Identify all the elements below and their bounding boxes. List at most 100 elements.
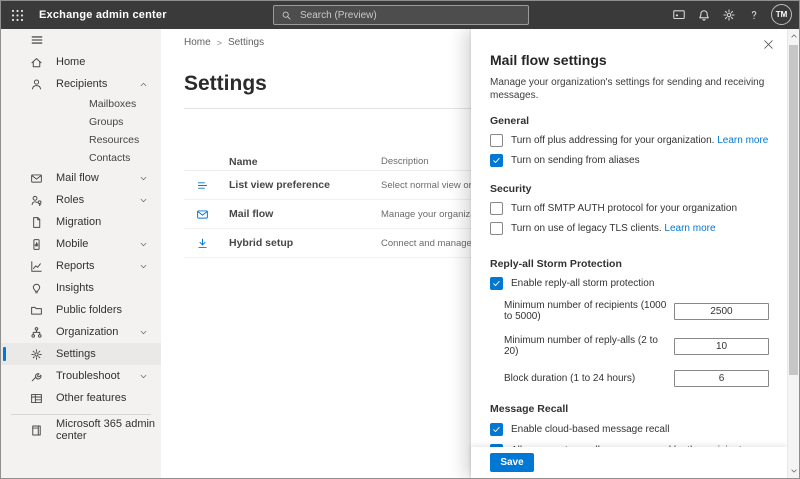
chevron-down-icon (139, 240, 148, 249)
panel-footer: Save (471, 447, 787, 478)
panel-description: Manage your organization's settings for … (490, 76, 769, 102)
checkbox[interactable] (490, 222, 503, 235)
checkbox-label: Turn off plus addressing for your organi… (511, 134, 768, 148)
sidebar-item-reports[interactable]: Reports (1, 255, 161, 277)
checkbox-label: Turn on use of legacy TLS clients. Learn… (511, 222, 716, 236)
display-icon-button[interactable] (670, 1, 688, 29)
sidebar-item-label: Troubleshoot (56, 370, 120, 382)
sidebar-item-troubleshoot[interactable]: Troubleshoot (1, 365, 161, 387)
sidebar-item-label: Home (56, 56, 85, 68)
breadcrumb: Home>Settings (184, 37, 264, 48)
checkmark-icon (492, 279, 501, 288)
checkbox-row: Turn off SMTP AUTH protocol for your org… (490, 202, 769, 216)
scrollbar-down-icon (790, 467, 798, 475)
mail-flow-settings-panel: Mail flow settings Manage your organizat… (471, 29, 787, 478)
bell-icon-button[interactable] (695, 1, 713, 29)
grid-icon (30, 392, 43, 405)
sidebar-item-microsoft-365-admin-center[interactable]: Microsoft 365 admin center (1, 419, 161, 441)
checkmark-icon (492, 425, 501, 434)
section-heading: Message Recall (490, 403, 769, 416)
row-name: List view preference (229, 179, 381, 191)
help-icon-button[interactable] (745, 1, 763, 29)
sidebar-item-label: Other features (56, 392, 126, 404)
mail-icon (30, 172, 43, 185)
field-label: Minimum number of reply-alls (2 to 20) (504, 335, 674, 357)
sidebar-item-organization[interactable]: Organization (1, 321, 161, 343)
sidebar-divider (11, 414, 151, 415)
number-field-row: Block duration (1 to 24 hours) (490, 370, 769, 387)
sidebar-item-migration[interactable]: Migration (1, 211, 161, 233)
chevron-down-icon (139, 328, 148, 337)
chevron-up-icon (139, 80, 148, 89)
sidebar-item-mail-flow[interactable]: Mail flow (1, 167, 161, 189)
app-launcher-icon (10, 8, 25, 23)
checkbox[interactable] (490, 134, 503, 147)
number-field-row: Minimum number of reply-alls (2 to 20) (490, 335, 769, 357)
chevron-down-icon (139, 196, 148, 205)
number-input[interactable] (674, 370, 769, 387)
gear-icon-button[interactable] (720, 1, 738, 29)
sidebar-collapse-button[interactable] (1, 29, 161, 51)
search-box[interactable] (273, 5, 529, 25)
sidebar-item-label: Mail flow (56, 172, 99, 184)
sidebar-item-resources[interactable]: Resources (1, 131, 161, 149)
sidebar-item-label: Groups (89, 116, 123, 128)
save-button[interactable]: Save (490, 453, 534, 472)
search-input[interactable] (298, 9, 521, 22)
microsoft-365-icon (30, 424, 43, 437)
panel-body: Mail flow settings Manage your organizat… (471, 29, 787, 478)
sidebar-item-insights[interactable]: Insights (1, 277, 161, 299)
checkbox-label: Turn off SMTP AUTH protocol for your org… (511, 202, 737, 216)
panel-scrollbar[interactable] (787, 29, 799, 478)
number-input[interactable] (674, 338, 769, 355)
gear-icon (722, 8, 736, 22)
breadcrumb-item[interactable]: Home (184, 37, 211, 48)
sidebar-footer: Microsoft 365 admin center (1, 419, 161, 441)
app-launcher-button[interactable] (1, 1, 33, 29)
checkbox[interactable] (490, 423, 503, 436)
sidebar-item-label: Migration (56, 216, 101, 228)
sidebar-item-label: Recipients (56, 78, 107, 90)
row-name: Mail flow (229, 208, 381, 220)
hamburger-icon (30, 33, 44, 47)
mobile-icon (30, 238, 43, 251)
learn-more-link[interactable]: Learn more (664, 223, 715, 234)
section-heading: Security (490, 183, 769, 196)
sidebar-item-roles[interactable]: Roles (1, 189, 161, 211)
scrollbar-up-arrow[interactable] (788, 30, 799, 42)
panel-section-security: Security Turn off SMTP AUTH protocol for … (490, 183, 769, 236)
account-avatar[interactable]: TM (771, 4, 792, 25)
panel-section-general: General Turn off plus addressing for your… (490, 115, 769, 168)
sidebar-item-home[interactable]: Home (1, 51, 161, 73)
checkbox-row: Turn off plus addressing for your organi… (490, 134, 769, 148)
sidebar-item-mailboxes[interactable]: Mailboxes (1, 95, 161, 113)
panel-title: Mail flow settings (490, 51, 769, 69)
sidebar-item-label: Reports (56, 260, 95, 272)
section-heading: General (490, 115, 769, 128)
reports-icon (30, 260, 43, 273)
page-title: Settings (184, 72, 267, 96)
number-input[interactable] (674, 303, 769, 320)
sidebar-item-groups[interactable]: Groups (1, 113, 161, 131)
sidebar-item-label: Contacts (89, 152, 130, 164)
sidebar-item-label: Mailboxes (89, 98, 136, 110)
row-name: Hybrid setup (229, 237, 381, 249)
checkbox[interactable] (490, 202, 503, 215)
sidebar-item-contacts[interactable]: Contacts (1, 149, 161, 167)
sidebar-item-recipients[interactable]: Recipients (1, 73, 161, 95)
mail-icon (196, 208, 209, 221)
close-button[interactable] (760, 36, 776, 52)
sidebar-item-settings[interactable]: Settings (1, 343, 161, 365)
sidebar-item-public-folders[interactable]: Public folders (1, 299, 161, 321)
section-heading: Reply-all Storm Protection (490, 258, 769, 271)
field-label: Minimum number of recipients (1000 to 50… (504, 300, 674, 322)
help-icon (747, 8, 761, 22)
chevron-down-icon (139, 262, 148, 271)
learn-more-link[interactable]: Learn more (717, 135, 768, 146)
scrollbar-down-arrow[interactable] (788, 465, 799, 477)
checkbox[interactable] (490, 277, 503, 290)
scrollbar-thumb[interactable] (789, 45, 798, 375)
checkbox[interactable] (490, 154, 503, 167)
sidebar-item-other-features[interactable]: Other features (1, 387, 161, 409)
sidebar-item-mobile[interactable]: Mobile (1, 233, 161, 255)
